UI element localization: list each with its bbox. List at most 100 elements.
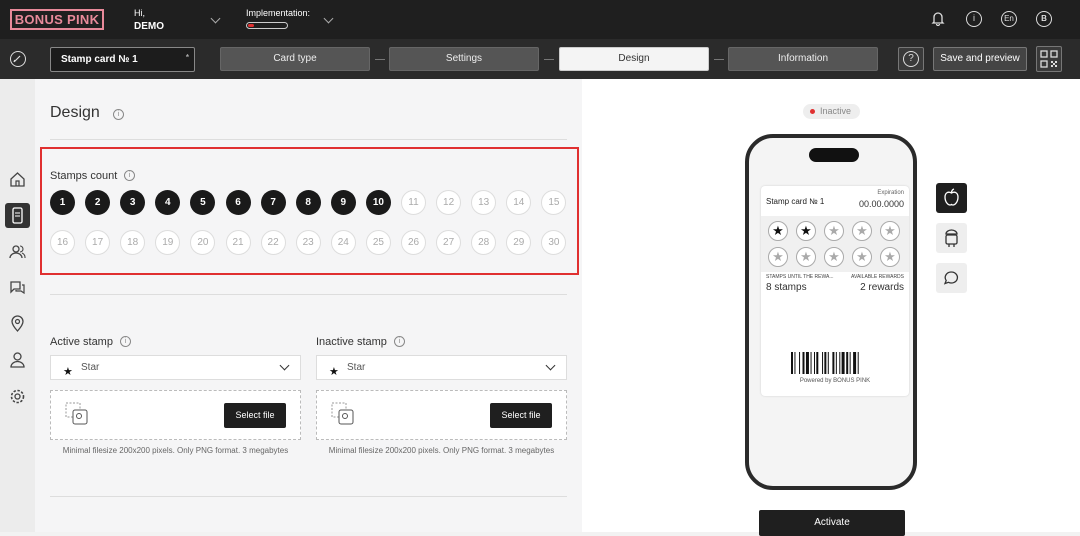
card-stamp: ★ xyxy=(824,221,844,241)
stamp-count-option[interactable]: 11 xyxy=(401,190,426,215)
stamp-count-option[interactable]: 23 xyxy=(295,230,321,255)
activate-button[interactable]: Activate xyxy=(759,510,905,536)
qr-code-button[interactable] xyxy=(1036,46,1062,72)
message-icon xyxy=(943,271,959,285)
step-design[interactable]: Design xyxy=(559,47,709,71)
platform-android-button[interactable] xyxy=(936,223,967,253)
step-divider xyxy=(544,59,554,60)
implementation-chevron-icon[interactable] xyxy=(323,13,334,24)
stamp-count-option[interactable]: 27 xyxy=(436,230,462,255)
expiration-value: 00.00.0000 xyxy=(858,199,904,209)
stamp-count-option[interactable]: 1 xyxy=(50,190,75,215)
active-stamp-value: Star xyxy=(81,362,100,373)
chevron-down-icon xyxy=(545,360,556,371)
location-icon[interactable] xyxy=(9,315,26,332)
chat-icon[interactable] xyxy=(9,279,26,296)
active-stamp-select-file-button[interactable]: Select file xyxy=(224,403,286,428)
stamp-count-option[interactable]: 21 xyxy=(225,230,251,255)
user-menu-chevron-icon[interactable] xyxy=(210,13,221,24)
image-upload-icon xyxy=(65,402,88,425)
edit-pen-icon[interactable] xyxy=(10,51,26,67)
inactive-stamp-hint: Minimal filesize 200x200 pixels. Only PN… xyxy=(328,446,555,455)
stamps-count-label: Stamps count xyxy=(50,170,118,182)
barcode-image xyxy=(791,352,859,374)
inactive-stamp-upload[interactable]: Select file xyxy=(316,390,567,440)
greeting-label: Hi, xyxy=(134,8,145,18)
users-icon[interactable] xyxy=(9,243,26,260)
active-stamp-label: Active stamp xyxy=(50,336,113,348)
until-reward-value: 8 stamps xyxy=(766,282,807,293)
card-stamp: ★ xyxy=(796,247,816,267)
card-stamp: ★ xyxy=(852,247,872,267)
active-stamp-upload[interactable]: Select file xyxy=(50,390,301,440)
card-stamp: ★ xyxy=(880,247,900,267)
stamp-count-option[interactable]: 22 xyxy=(260,230,286,255)
info-icon[interactable]: i xyxy=(966,11,982,27)
stamp-count-option[interactable]: 9 xyxy=(330,190,356,215)
card-icon[interactable] xyxy=(5,203,30,228)
card-stamp: ★ xyxy=(824,247,844,267)
step-information[interactable]: Information xyxy=(728,47,878,71)
image-upload-icon xyxy=(331,402,354,425)
step-divider xyxy=(375,59,385,60)
stamp-count-option[interactable]: 26 xyxy=(401,230,426,255)
step-settings[interactable]: Settings xyxy=(389,47,539,71)
status-text: Inactive xyxy=(820,106,852,116)
platform-apple-button[interactable] xyxy=(936,183,967,213)
active-stamp-info-icon[interactable]: i xyxy=(120,336,131,347)
stamps-count-info-icon[interactable]: i xyxy=(124,170,135,181)
bell-icon[interactable] xyxy=(931,11,945,26)
inactive-stamp-info-icon[interactable]: i xyxy=(394,336,405,347)
contacts-icon[interactable] xyxy=(9,351,26,368)
android-icon xyxy=(945,229,958,247)
design-info-icon[interactable]: i xyxy=(113,109,124,120)
inactive-stamp-select[interactable]: ★ Star xyxy=(316,355,567,380)
inactive-stamp-select-file-button[interactable]: Select file xyxy=(490,403,552,428)
platform-message-button[interactable] xyxy=(936,263,967,293)
divider xyxy=(50,139,567,140)
stamp-count-option[interactable]: 17 xyxy=(85,230,111,255)
help-button[interactable]: ? xyxy=(898,47,924,71)
user-greeting[interactable]: Hi, DEMO xyxy=(134,8,164,32)
star-icon: ★ xyxy=(63,366,73,378)
sidebar xyxy=(0,79,35,532)
divider xyxy=(50,496,567,497)
stamp-count-option[interactable]: 7 xyxy=(260,190,286,215)
stamp-count-option[interactable]: 10 xyxy=(365,190,391,215)
logo: BONUS PINK xyxy=(10,9,104,30)
stamp-count-option[interactable]: 12 xyxy=(436,190,462,215)
stamp-count-option[interactable]: 2 xyxy=(85,190,111,215)
card-stamp: ★ xyxy=(852,221,872,241)
stamp-count-option[interactable]: 8 xyxy=(295,190,321,215)
status-dot xyxy=(810,109,815,114)
until-reward-label: STAMPS UNTIL THE REWA... xyxy=(766,274,834,280)
implementation-label: Implementation: xyxy=(246,8,311,18)
stamp-count-option[interactable]: 24 xyxy=(330,230,356,255)
stamp-count-option[interactable]: 16 xyxy=(50,230,75,255)
home-icon[interactable] xyxy=(9,171,26,188)
card-stamp: ★ xyxy=(880,221,900,241)
active-stamp-select[interactable]: ★ Star xyxy=(50,355,301,380)
avatar[interactable]: B xyxy=(1036,11,1052,27)
card-name-value: Stamp card № 1 xyxy=(61,54,138,65)
user-name: DEMO xyxy=(134,21,164,32)
card-stamp: ★ xyxy=(796,221,816,241)
stamp-count-option[interactable]: 25 xyxy=(365,230,391,255)
stamp-count-option[interactable]: 6 xyxy=(225,190,251,215)
settings-icon[interactable] xyxy=(9,388,26,405)
save-and-preview-button[interactable]: Save and preview xyxy=(933,47,1027,71)
language-switch[interactable]: En xyxy=(1001,11,1017,27)
chevron-down-icon xyxy=(279,360,290,371)
card-name-input[interactable]: Stamp card № 1 * xyxy=(50,47,195,72)
step-divider xyxy=(714,59,724,60)
qr-code-icon xyxy=(1040,50,1058,68)
inactive-stamp-label: Inactive stamp xyxy=(316,336,387,348)
implementation-progress xyxy=(246,22,288,29)
top-bar: BONUS PINK Hi, DEMO Implementation: i En… xyxy=(0,0,1080,39)
card-stamp: ★ xyxy=(768,247,788,267)
expiration-label: Expiration xyxy=(877,190,904,196)
implementation-progress-fill xyxy=(248,24,254,27)
step-card-type[interactable]: Card type xyxy=(220,47,370,71)
page-title: Design xyxy=(50,104,100,121)
rewards-label: AVAILABLE REWARDS xyxy=(851,274,904,280)
